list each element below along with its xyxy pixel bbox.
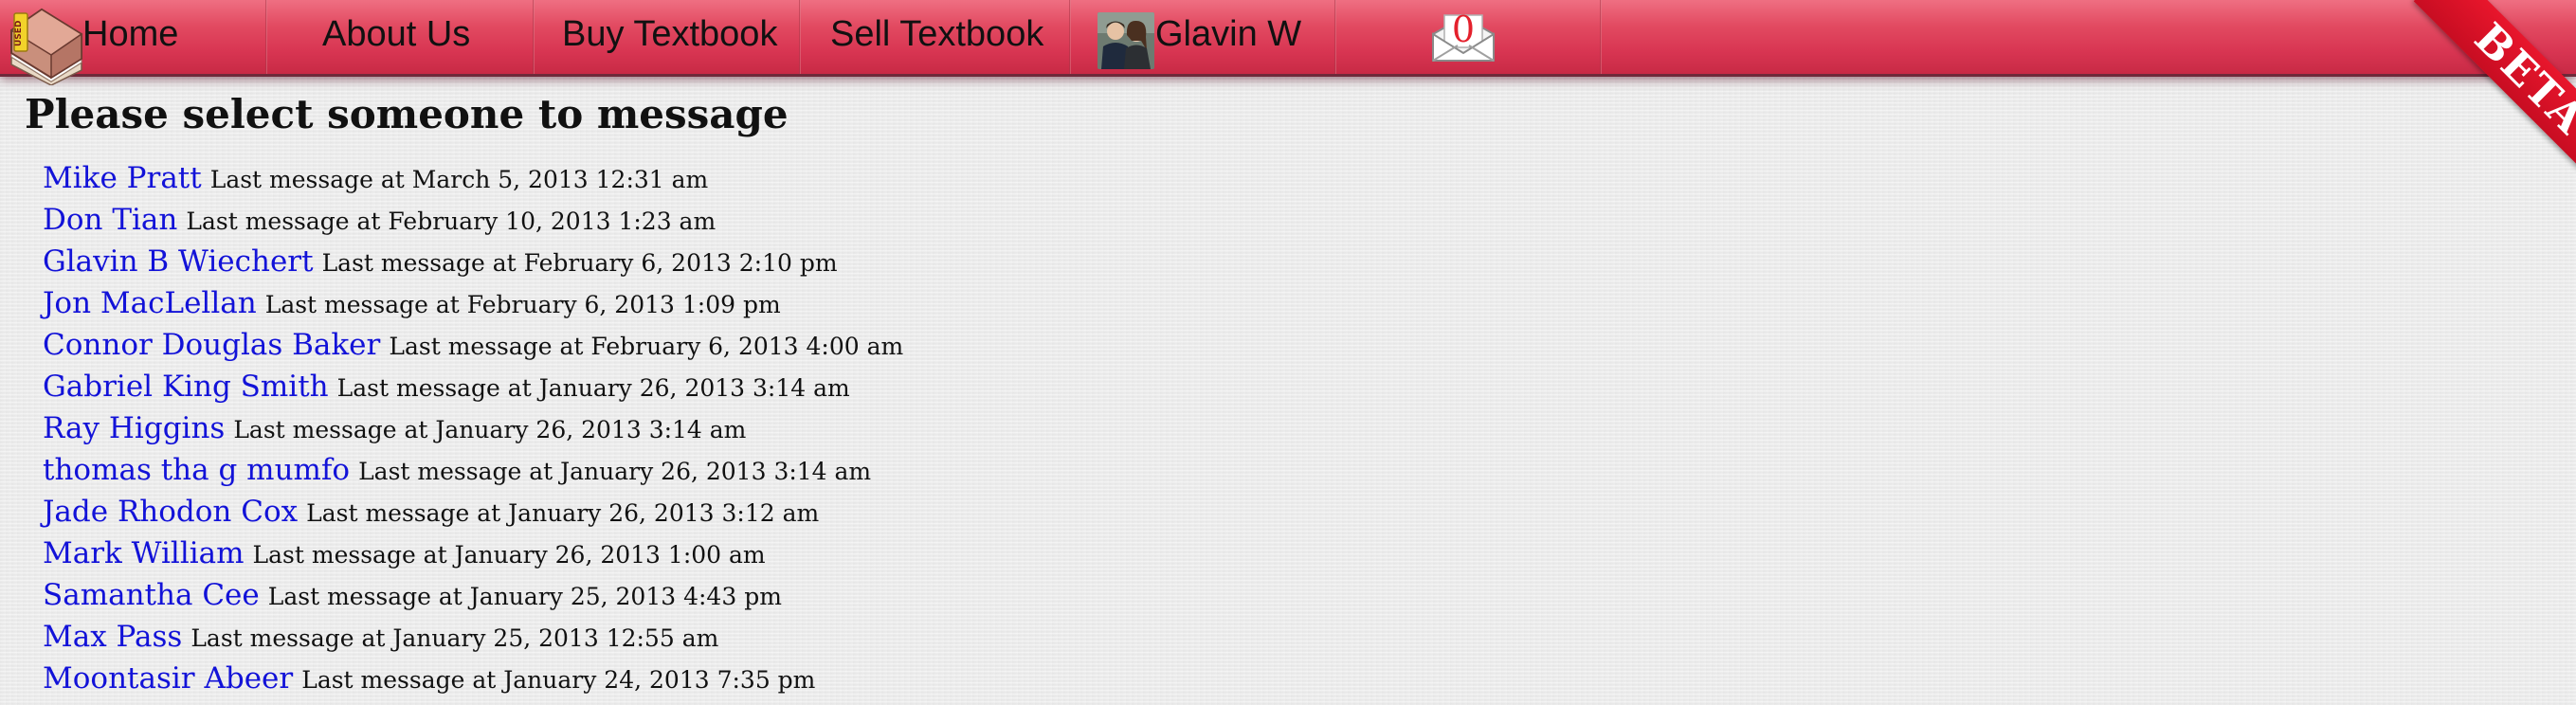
list-item: Max Pass Last message at January 25, 2013… xyxy=(43,616,903,658)
contact-link[interactable]: Moontasir Abeer xyxy=(43,661,293,696)
list-item: Ray Higgins Last message at January 26, 2… xyxy=(43,407,903,449)
textbook-logo-icon[interactable]: USED xyxy=(6,2,85,86)
contact-link[interactable]: thomas tha g mumfo xyxy=(43,453,350,487)
last-message-timestamp: Last message at January 25, 2013 4:43 pm xyxy=(267,583,782,610)
list-item: Mike Pratt Last message at March 5, 2013 … xyxy=(43,157,903,199)
nav-divider xyxy=(265,0,267,74)
nav-sell-textbook-link[interactable]: Sell Textbook xyxy=(830,0,1043,74)
conversation-list: Mike Pratt Last message at March 5, 2013 … xyxy=(43,157,903,699)
beta-ribbon: BETA xyxy=(2386,0,2576,180)
last-message-timestamp: Last message at February 6, 2013 1:09 pm xyxy=(264,291,781,318)
last-message-timestamp: Last message at January 26, 2013 1:00 am xyxy=(252,541,766,569)
contact-link[interactable]: Glavin B Wiechert xyxy=(43,244,314,279)
nav-divider xyxy=(799,0,801,74)
logo-used-text: USED xyxy=(14,21,24,46)
list-item: Mark William Last message at January 26, … xyxy=(43,533,903,574)
contact-link[interactable]: Jon MacLellan xyxy=(43,286,257,320)
nav-user-name-link[interactable]: Glavin W xyxy=(1155,0,1301,74)
last-message-timestamp: Last message at January 26, 2013 3:14 am xyxy=(233,416,747,443)
message-count-badge: 0 xyxy=(1451,9,1476,50)
contact-link[interactable]: Samantha Cee xyxy=(43,578,260,612)
contact-link[interactable]: Max Pass xyxy=(43,620,182,654)
nav-divider xyxy=(1600,0,1602,74)
contact-link[interactable]: Gabriel King Smith xyxy=(43,370,329,404)
last-message-timestamp: Last message at January 26, 2013 3:14 am xyxy=(358,458,872,485)
contact-link[interactable]: Mark William xyxy=(43,536,245,570)
user-avatar[interactable] xyxy=(1098,12,1154,69)
list-item: Glavin B Wiechert Last message at Februar… xyxy=(43,241,903,282)
nav-home-link[interactable]: Home xyxy=(82,0,178,74)
top-nav-bar: Home About Us Buy Textbook Sell Textbook… xyxy=(0,0,2576,77)
contact-link[interactable]: Mike Pratt xyxy=(43,161,202,195)
page-title: Please select someone to message xyxy=(25,91,789,137)
list-item: Moontasir Abeer Last message at January 2… xyxy=(43,658,903,699)
nav-divider xyxy=(533,0,535,74)
last-message-timestamp: Last message at January 24, 2013 7:35 pm xyxy=(301,666,816,694)
contact-link[interactable]: Jade Rhodon Cox xyxy=(43,495,298,529)
nav-about-us-link[interactable]: About Us xyxy=(322,0,470,74)
nav-divider xyxy=(1069,0,1071,74)
beta-label: BETA xyxy=(2413,0,2576,180)
nav-divider xyxy=(1334,0,1336,74)
last-message-timestamp: Last message at January 26, 2013 3:12 am xyxy=(306,499,820,527)
list-item: Don Tian Last message at February 10, 201… xyxy=(43,199,903,241)
last-message-timestamp: Last message at January 25, 2013 12:55 a… xyxy=(190,624,719,652)
contact-link[interactable]: Connor Douglas Baker xyxy=(43,328,380,362)
contact-link[interactable]: Don Tian xyxy=(43,203,177,237)
list-item: Gabriel King Smith Last message at Januar… xyxy=(43,366,903,407)
last-message-timestamp: Last message at February 6, 2013 2:10 pm xyxy=(321,249,838,277)
last-message-timestamp: Last message at February 6, 2013 4:00 am xyxy=(389,333,904,360)
last-message-timestamp: Last message at February 10, 2013 1:23 a… xyxy=(186,208,717,235)
last-message-timestamp: Last message at January 26, 2013 3:14 am xyxy=(336,374,850,402)
envelope-icon[interactable]: 0 xyxy=(1429,9,1497,64)
last-message-timestamp: Last message at March 5, 2013 12:31 am xyxy=(209,166,709,193)
nav-buy-textbook-link[interactable]: Buy Textbook xyxy=(562,0,777,74)
list-item: Connor Douglas Baker Last message at Febr… xyxy=(43,324,903,366)
list-item: thomas tha g mumfo Last message at Januar… xyxy=(43,449,903,491)
contact-link[interactable]: Ray Higgins xyxy=(43,411,225,445)
list-item: Samantha Cee Last message at January 25, … xyxy=(43,574,903,616)
list-item: Jon MacLellan Last message at February 6,… xyxy=(43,282,903,324)
list-item: Jade Rhodon Cox Last message at January 2… xyxy=(43,491,903,533)
